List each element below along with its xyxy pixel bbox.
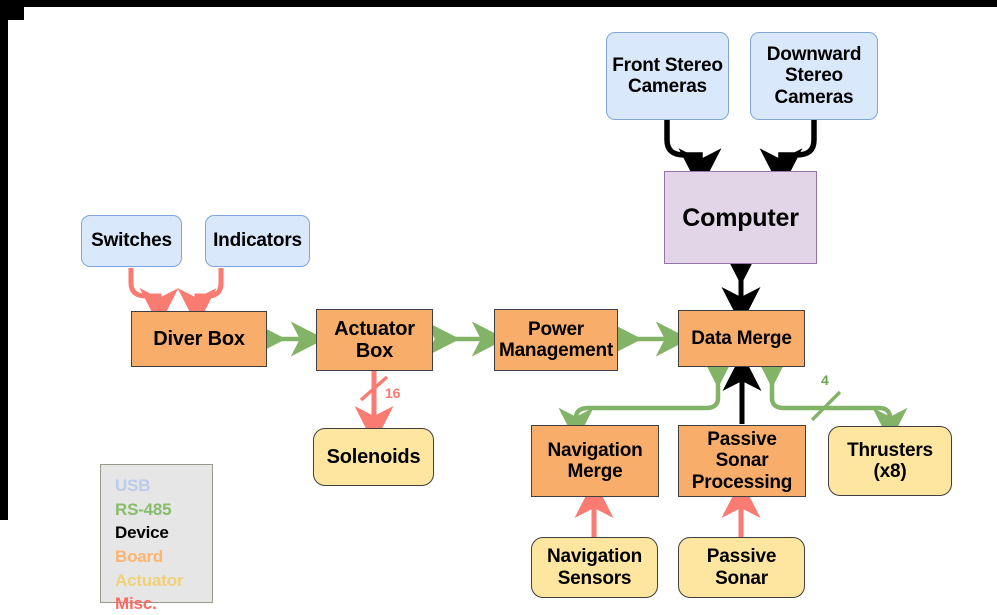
node-diver-box-label: Diver Box [153,327,245,350]
bus-slash-thrusters [810,390,842,422]
legend-item-board: Board [115,546,164,566]
node-actuator-box-label: Actuator Box [334,317,415,362]
wire-indicators-to-diver-box [177,268,224,327]
node-solenoids-label: Solenoids [326,445,421,468]
legend-item-rs485: RS-485 [115,499,172,519]
window-frame-top-edge [0,0,997,7]
edge-label-solenoid-count: 16 [385,385,401,401]
node-data-merge[interactable]: Data Merge [678,310,805,367]
node-switches-label: Switches [91,230,172,252]
wire-data-merge-thrusters [754,353,908,443]
node-navigation-merge[interactable]: Navigation Merge [531,425,659,497]
node-passive-sonar-label: Passive Sonar [706,546,777,589]
legend-item-actuator: Actuator [115,570,184,590]
legend-item-usb: USB [115,476,151,495]
node-computer-label: Computer [682,203,799,232]
diagram-canvas: Front Stereo Cameras Downward Stereo Cam… [0,0,997,615]
node-data-merge-label: Data Merge [691,327,792,349]
node-power-management-label: Power Management [498,318,614,361]
node-solenoids[interactable]: Solenoids [313,428,434,486]
node-switches[interactable]: Switches [81,215,182,267]
node-computer[interactable]: Computer [664,171,817,264]
wire-switches-to-diver-box [128,268,179,327]
node-navigation-merge-label: Navigation Merge [547,439,643,482]
legend: USB RS-485 Device Board Actuator Misc. [100,464,213,613]
node-passive-sonar[interactable]: Passive Sonar [678,537,805,598]
node-thrusters[interactable]: Thrusters (x8) [828,426,952,496]
node-downward-stereo-cameras-label: Downward Stereo Cameras [766,44,862,108]
edge-label-thruster-count: 4 [821,372,829,388]
node-navigation-sensors[interactable]: Navigation Sensors [531,537,658,598]
legend-item-device: Device [115,523,169,543]
node-actuator-box[interactable]: Actuator Box [316,309,433,371]
node-passive-sonar-processing[interactable]: Passive Sonar Processing [678,425,806,497]
node-thrusters-label: Thrusters (x8) [847,439,933,482]
bus-slash-solenoids [359,375,389,402]
wire-downward-cameras-to-computer [759,120,817,191]
node-passive-sonar-processing-label: Passive Sonar Processing [691,429,793,493]
wire-data-merge-navigation-merge [558,353,736,443]
legend-item-misc: Misc. [115,594,157,614]
window-frame-corner-notch [0,0,24,20]
window-frame-left-edge [0,0,8,520]
node-diver-box[interactable]: Diver Box [131,311,267,367]
node-indicators-label: Indicators [213,230,302,252]
wire-front-cameras-to-computer [664,120,722,191]
node-front-stereo-cameras-label: Front Stereo Cameras [612,54,723,97]
node-downward-stereo-cameras[interactable]: Downward Stereo Cameras [750,32,878,120]
node-indicators[interactable]: Indicators [205,215,310,267]
node-power-management[interactable]: Power Management [494,309,618,371]
node-front-stereo-cameras[interactable]: Front Stereo Cameras [606,32,729,120]
node-navigation-sensors-label: Navigation Sensors [546,546,643,589]
